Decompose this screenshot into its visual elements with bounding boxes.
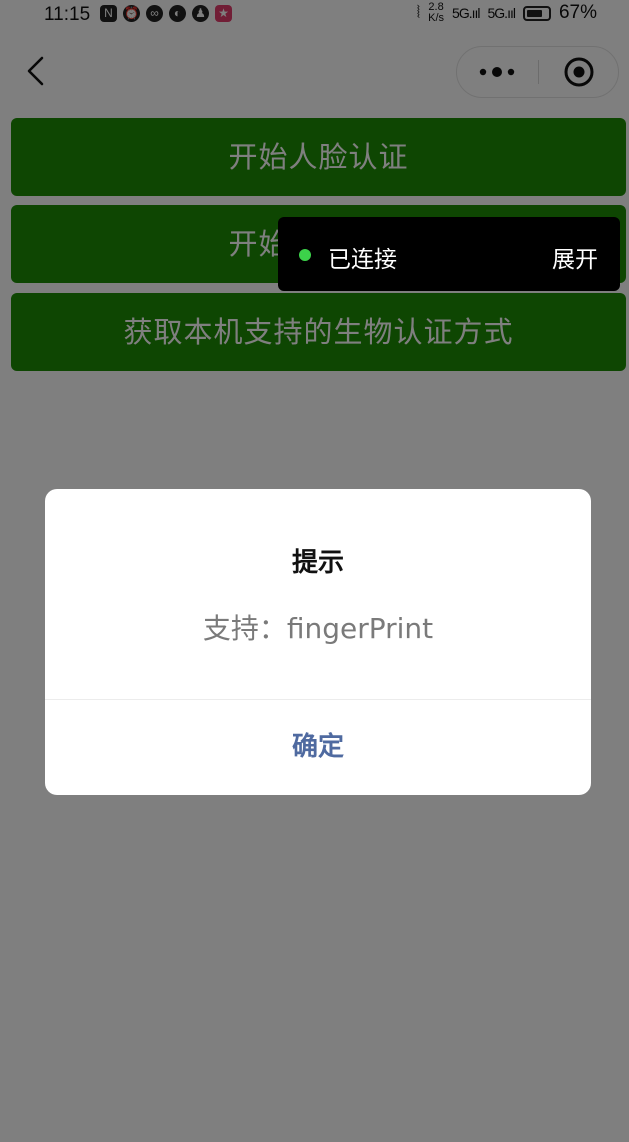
connected-status-dot [299, 249, 311, 261]
connection-toast: 已连接 展开 [278, 217, 620, 291]
confirm-button[interactable]: 确定 [45, 700, 591, 795]
connection-status-label: 已连接 [328, 247, 397, 273]
alert-dialog: 提示 支持：fingerPrint 确定 [45, 489, 591, 795]
dialog-title: 提示 [291, 548, 344, 578]
expand-button[interactable]: 展开 [552, 240, 598, 274]
mini-program-screen: 11:15 N ⏰ ∞ ◐ ♟ ★ ⦚ 2.8 K/s 5G.ııl 5G.ıı… [0, 0, 629, 1142]
dialog-message: 支持：fingerPrint [202, 612, 434, 645]
